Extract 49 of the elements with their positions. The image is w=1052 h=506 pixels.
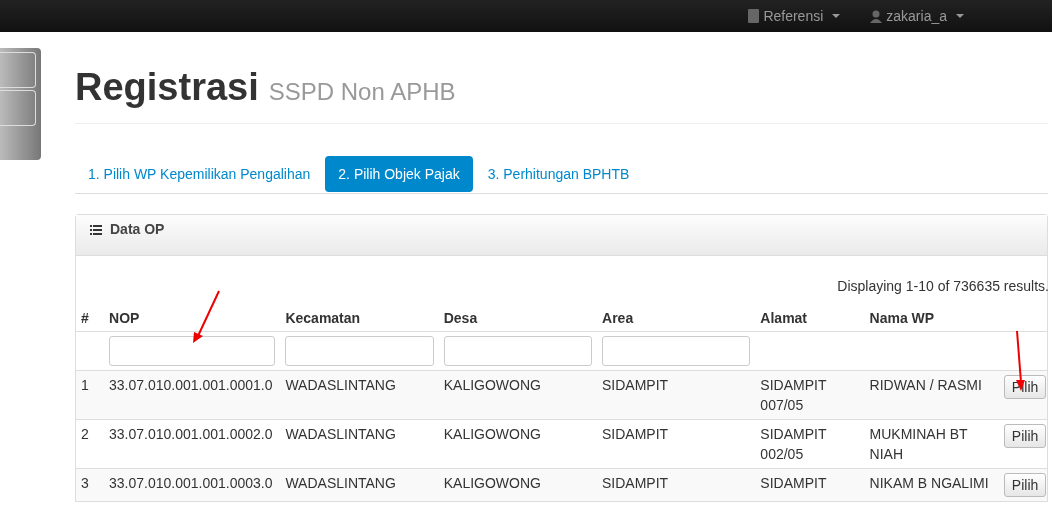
select-button[interactable]: Pilih xyxy=(1003,424,1047,448)
filter-field[interactable] xyxy=(109,336,276,366)
panel-title: Data OP xyxy=(110,221,165,237)
nav-menu[interactable]: Referensi xyxy=(748,8,841,24)
table-cell: WADASLINTANG xyxy=(285,426,396,442)
table-cell: NIKAM B NGALIMI xyxy=(869,475,989,491)
table-cell: 1 xyxy=(81,377,89,393)
table-cell: SIDAMPIT 002/05 xyxy=(760,426,827,462)
table-cell: 33.07.010.001.001.0001.0 xyxy=(109,377,273,393)
table-cell: RIDWAN / RASMI xyxy=(869,377,982,393)
table-cell: KALIGOWONG xyxy=(443,377,541,393)
column-header: # xyxy=(81,310,89,326)
table-cell: SIDAMPIT xyxy=(602,426,669,442)
table-cell: 33.07.010.001.001.0002.0 xyxy=(109,426,273,442)
results-summary: Displaying 1-10 of 736635 results. xyxy=(837,278,1049,294)
step-tab[interactable]: 1. Pilih WP Kepemilikan Pengalihan xyxy=(75,156,324,192)
table-cell: SIDAMPIT xyxy=(602,377,669,393)
column-header: Desa xyxy=(443,310,478,326)
user-icon xyxy=(870,9,883,23)
arrow-drawing xyxy=(192,290,222,344)
column-header: NOP xyxy=(109,310,140,326)
column-header: Nama WP xyxy=(869,310,935,326)
step-tab[interactable]: 3. Perhitungan BPHTB xyxy=(474,156,643,192)
page-title: Registrasi xyxy=(75,66,259,109)
table-cell: MUKMINAH BT NIAH xyxy=(869,426,968,462)
table-cell: 3 xyxy=(81,475,89,491)
table-cell: KALIGOWONG xyxy=(443,426,541,442)
filter-field[interactable] xyxy=(443,336,593,366)
step-tab[interactable]: 2. Pilih Objek Pajak xyxy=(325,156,473,192)
table-cell: SIDAMPIT xyxy=(602,475,669,491)
table-cell: KALIGOWONG xyxy=(443,475,541,491)
page-subtitle: SSPD Non APHB xyxy=(268,78,456,106)
table-cell: 33.07.010.001.001.0003.0 xyxy=(109,475,273,491)
table-cell: SIDAMPIT 007/05 xyxy=(760,377,827,413)
column-header: Area xyxy=(602,310,634,326)
table-cell: WADASLINTANG xyxy=(285,377,396,393)
filter-field[interactable] xyxy=(285,336,434,366)
filter-field[interactable] xyxy=(602,336,751,366)
side-button[interactable] xyxy=(0,52,36,88)
table-cell: SIDAMPIT xyxy=(760,475,827,491)
column-header: Kecamatan xyxy=(285,310,361,326)
table-cell: 2 xyxy=(81,426,89,442)
select-button[interactable]: Pilih xyxy=(1003,473,1047,497)
table-cell: WADASLINTANG xyxy=(285,475,396,491)
side-button[interactable] xyxy=(0,90,36,126)
book-icon xyxy=(748,9,760,23)
column-header: Alamat xyxy=(760,310,808,326)
list-icon xyxy=(90,225,102,235)
nav-menu[interactable]: zakaria_a xyxy=(870,8,964,24)
